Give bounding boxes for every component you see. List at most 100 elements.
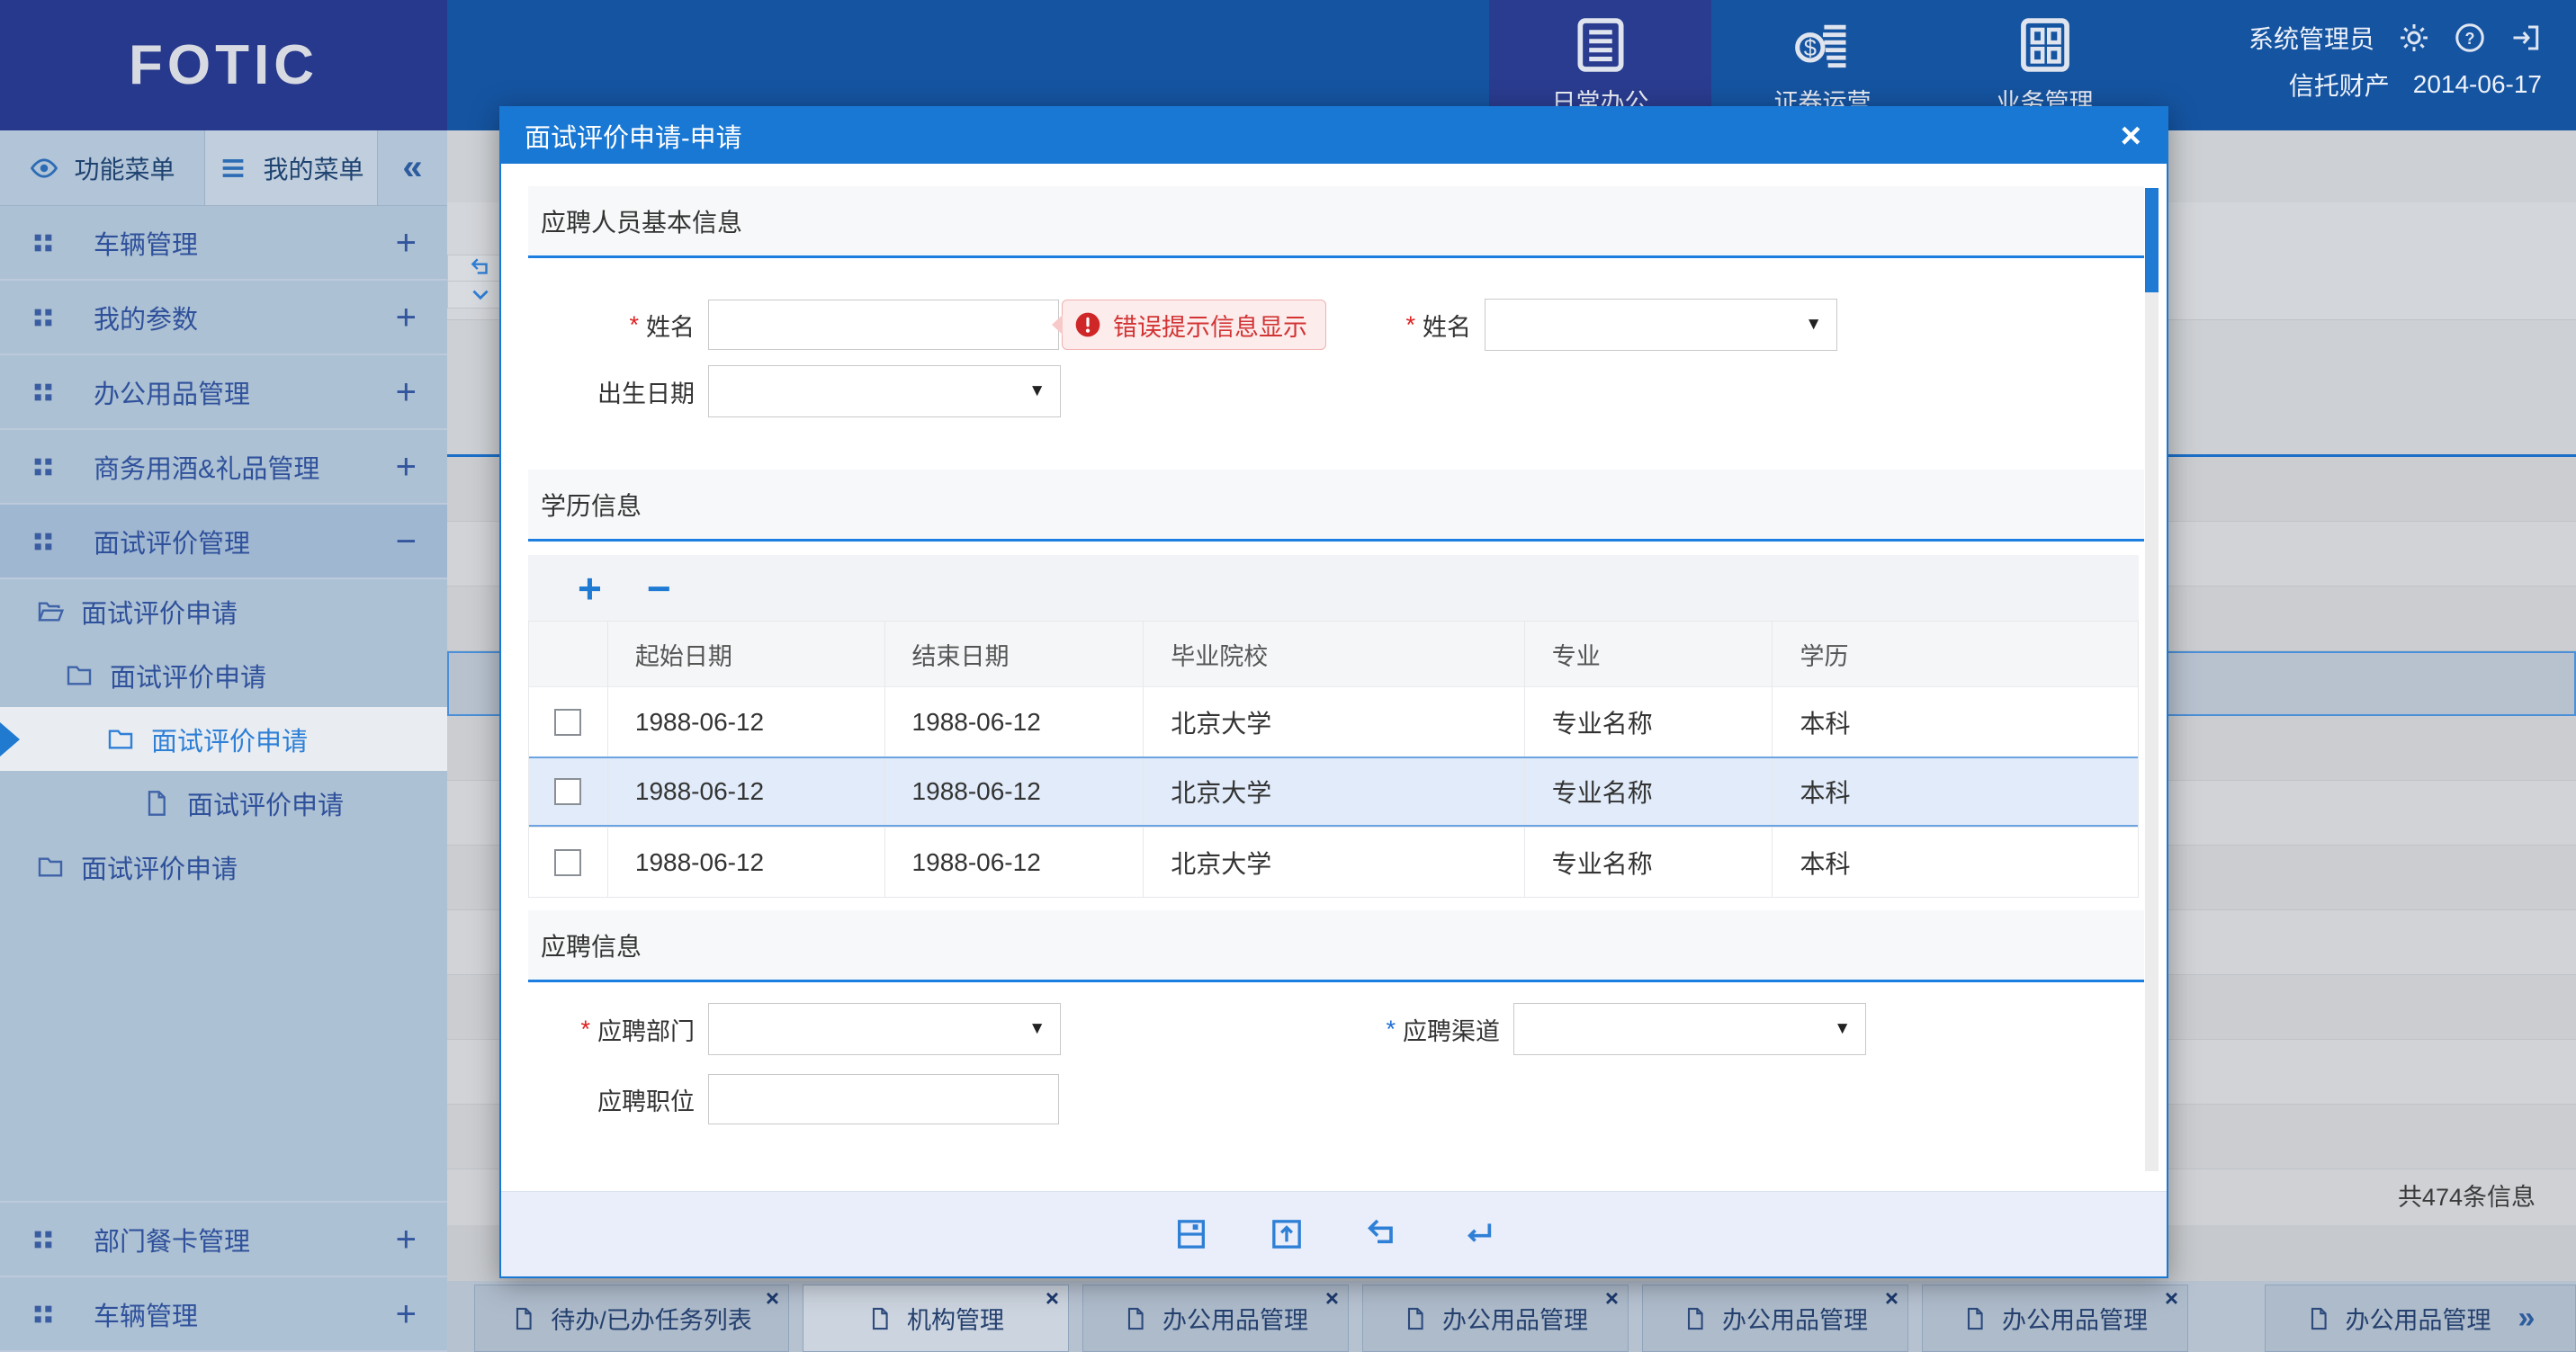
expand-toggle-icon[interactable]: + bbox=[396, 374, 417, 410]
help-icon[interactable]: ? bbox=[2454, 22, 2486, 54]
bottom-tab[interactable]: 办公用品管理 × bbox=[1642, 1285, 1908, 1352]
sidebar-tree-item[interactable]: 面试评价申请 bbox=[0, 643, 447, 707]
error-tooltip: 错误提示信息显示 bbox=[1062, 300, 1326, 350]
dialog-titlebar: 面试评价申请-申请 × bbox=[501, 108, 2167, 164]
table-cell: 本科 bbox=[1772, 687, 2138, 757]
expand-toggle-icon[interactable]: + bbox=[396, 300, 417, 336]
error-text: 错误提示信息显示 bbox=[1113, 308, 1307, 343]
field-label: 姓名 bbox=[646, 308, 695, 343]
sidebar-menu-item[interactable]: 办公用品管理+ bbox=[0, 355, 447, 430]
scrollbar-thumb[interactable] bbox=[2145, 188, 2159, 292]
bottom-tab[interactable]: 办公用品管理 × bbox=[1922, 1285, 2188, 1352]
tab-close-icon[interactable]: × bbox=[1885, 1285, 1898, 1312]
tab-close-icon[interactable]: × bbox=[1605, 1285, 1619, 1312]
sidebar-item-label: 车辆管理 bbox=[94, 224, 198, 262]
expand-toggle-icon[interactable]: + bbox=[396, 1296, 417, 1332]
logout-icon[interactable] bbox=[2509, 22, 2542, 54]
gear-icon[interactable] bbox=[2398, 22, 2430, 54]
tab-close-icon[interactable]: × bbox=[1325, 1285, 1339, 1312]
name-input[interactable] bbox=[708, 300, 1059, 350]
save-icon[interactable] bbox=[1173, 1216, 1209, 1252]
expand-toggle-icon[interactable]: + bbox=[396, 449, 417, 485]
table-cell: 1988-06-12 bbox=[884, 828, 1144, 897]
bottom-tab[interactable]: 办公用品管理 × bbox=[1362, 1285, 1629, 1352]
file-icon bbox=[142, 789, 171, 818]
bottom-tab[interactable]: 办公用品管理× bbox=[1082, 1285, 1349, 1352]
interview-application-dialog: 面试评价申请-申请 × 应聘人员基本信息 * 姓名 错误提示信息显示 * 姓名 … bbox=[499, 106, 2168, 1278]
expand-toggle-icon[interactable]: + bbox=[396, 1222, 417, 1258]
tab-close-icon[interactable]: × bbox=[1046, 1285, 1059, 1312]
apply-dept-select[interactable]: ▼ bbox=[708, 1003, 1061, 1055]
table-header-cell: 起始日期 bbox=[607, 622, 884, 686]
table-cell: 1988-06-12 bbox=[607, 758, 884, 825]
eye-icon bbox=[29, 153, 59, 184]
file-icon bbox=[1123, 1306, 1148, 1331]
enter-icon[interactable] bbox=[1459, 1216, 1495, 1252]
sidebar-item-label: 面试评价管理 bbox=[94, 523, 250, 560]
birth-date-select[interactable]: ▼ bbox=[708, 365, 1061, 417]
expand-toggle-icon[interactable]: − bbox=[396, 524, 417, 560]
bottom-tab-label: 办公用品管理 bbox=[1722, 1301, 1868, 1336]
business-grid-icon bbox=[2015, 14, 2076, 76]
more-tabs-icon[interactable]: » bbox=[2518, 1301, 2536, 1336]
table-header-cell: 毕业院校 bbox=[1143, 622, 1524, 686]
sidebar: 功能菜单 我的菜单 « 车辆管理+我的参数+办公用品管理+商务用酒&礼品管理+面… bbox=[0, 130, 447, 1352]
tab-close-icon[interactable]: × bbox=[2165, 1285, 2178, 1312]
apply-channel-select[interactable]: ▼ bbox=[1513, 1003, 1866, 1055]
caret-down-icon: ▼ bbox=[1028, 381, 1046, 401]
table-row[interactable]: 1988-06-121988-06-12北京大学专业名称本科 bbox=[529, 686, 2138, 757]
file-icon bbox=[1403, 1306, 1428, 1331]
table-header-row: 起始日期结束日期毕业院校专业学历 bbox=[529, 622, 2138, 686]
bottom-tab[interactable]: 办公用品管理» bbox=[2265, 1285, 2576, 1352]
app-logo: FOTIC bbox=[0, 0, 447, 130]
field-name-select: * 姓名 ▼ bbox=[1297, 299, 1837, 351]
sidebar-menu-item[interactable]: 面试评价管理 − bbox=[0, 505, 447, 579]
sidebar-menu-item[interactable]: 商务用酒&礼品管理+ bbox=[0, 430, 447, 505]
upload-icon[interactable] bbox=[1269, 1216, 1305, 1252]
undo-icon[interactable] bbox=[1364, 1216, 1400, 1252]
row-checkbox[interactable] bbox=[554, 778, 581, 805]
sidebar-tree-item[interactable]: 面试评价申请 bbox=[0, 771, 447, 835]
sidebar-menu-item[interactable]: 车辆管理+ bbox=[0, 1277, 447, 1352]
tab-close-icon[interactable]: × bbox=[766, 1285, 779, 1312]
bottom-tab-label: 办公用品管理 bbox=[2002, 1301, 2148, 1336]
folder-icon bbox=[65, 661, 94, 690]
remove-row-button[interactable]: − bbox=[647, 568, 671, 609]
file-icon bbox=[511, 1306, 536, 1331]
sidebar-tree-item[interactable]: 面试评价申请 bbox=[0, 835, 447, 899]
sidebar-menu-item[interactable]: 车辆管理 + bbox=[0, 206, 447, 281]
sidebar-bottom-menu: 部门餐卡管理+车辆管理+ bbox=[0, 1201, 447, 1352]
required-asterisk: * bbox=[629, 311, 639, 339]
securities-icon: $ bbox=[1792, 14, 1853, 76]
tree-item-label: 面试评价申请 bbox=[151, 721, 308, 758]
sidebar-tab-label: 我的菜单 bbox=[263, 150, 364, 186]
sidebar-menu-item[interactable]: 我的参数+ bbox=[0, 281, 447, 355]
name-select[interactable]: ▼ bbox=[1485, 299, 1837, 351]
table-row[interactable]: 1988-06-121988-06-12北京大学专业名称本科 bbox=[529, 757, 2138, 827]
apply-position-input[interactable] bbox=[708, 1074, 1059, 1124]
dialog-title: 面试评价申请-申请 bbox=[501, 117, 742, 155]
sidebar-tree-item[interactable]: 面试评价申请 bbox=[0, 707, 447, 771]
bottom-tab-label: 待办/已办任务列表 bbox=[551, 1301, 752, 1336]
expand-toggle-icon[interactable]: + bbox=[396, 225, 417, 261]
close-icon[interactable]: × bbox=[2121, 118, 2167, 154]
sidebar-collapse-button[interactable]: « bbox=[378, 130, 447, 205]
sidebar-tab-my-menu[interactable]: 我的菜单 bbox=[205, 130, 378, 205]
row-checkbox[interactable] bbox=[554, 709, 581, 736]
bottom-tab-label: 办公用品管理 bbox=[1442, 1301, 1588, 1336]
svg-text:$: $ bbox=[1803, 36, 1816, 61]
table-cell-checkbox bbox=[529, 758, 607, 825]
bottom-tab[interactable]: 机构管理× bbox=[803, 1285, 1069, 1352]
add-row-button[interactable]: + bbox=[578, 568, 602, 609]
dots-icon bbox=[31, 1227, 56, 1252]
required-asterisk: * bbox=[1405, 311, 1415, 339]
table-row[interactable]: 1988-06-121988-06-12北京大学专业名称本科 bbox=[529, 827, 2138, 897]
sidebar-tab-function-menu[interactable]: 功能菜单 bbox=[0, 130, 205, 205]
folder-icon bbox=[106, 725, 135, 754]
row-checkbox[interactable] bbox=[554, 849, 581, 876]
sidebar-tree-item[interactable]: 面试评价申请 bbox=[0, 579, 447, 643]
bottom-tab[interactable]: 待办/已办任务列表 × bbox=[474, 1285, 789, 1352]
sidebar-menu-item[interactable]: 部门餐卡管理+ bbox=[0, 1203, 447, 1277]
sidebar-tab-label: 功能菜单 bbox=[74, 150, 175, 186]
dialog-scrollbar[interactable] bbox=[2145, 188, 2159, 1171]
